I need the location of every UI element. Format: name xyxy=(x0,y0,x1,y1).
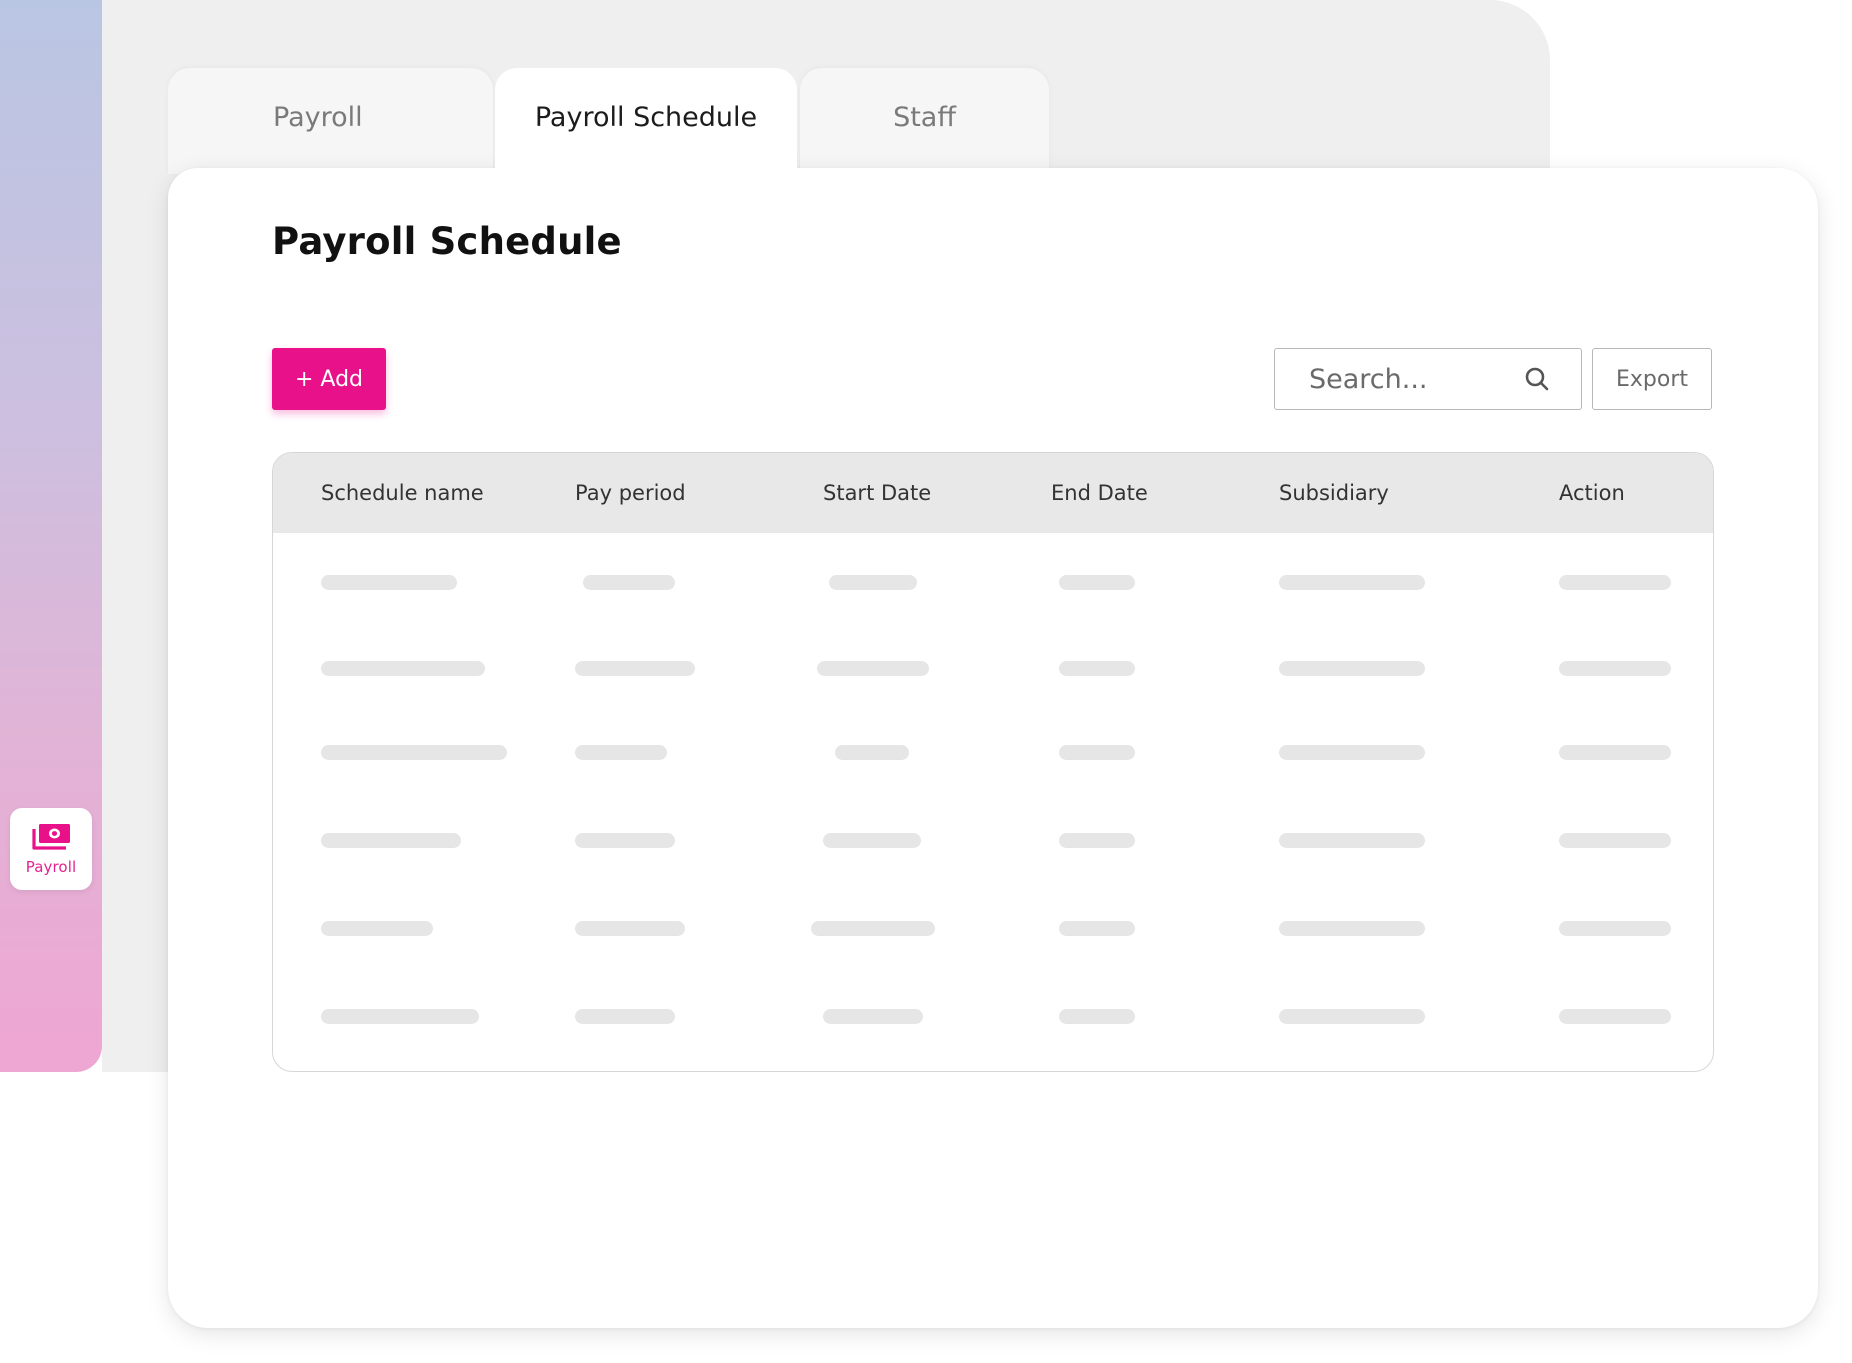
column-header-subsidiary[interactable]: Subsidiary xyxy=(1279,481,1389,505)
skeleton-cell xyxy=(1559,575,1671,590)
skeleton-cell xyxy=(1559,1009,1671,1024)
skeleton-cell xyxy=(817,661,929,676)
skeleton-cell xyxy=(1059,921,1135,936)
skeleton-cell xyxy=(321,921,433,936)
main-card: Payroll Schedule + Add Export Schedule n… xyxy=(168,168,1818,1328)
skeleton-cell xyxy=(1279,661,1425,676)
skeleton-cell xyxy=(1279,1009,1425,1024)
sidebar-item-label: Payroll xyxy=(25,858,77,876)
skeleton-cell xyxy=(823,1009,923,1024)
skeleton-cell xyxy=(575,833,675,848)
schedule-table: Schedule name Pay period Start Date End … xyxy=(272,452,1714,1072)
skeleton-cell xyxy=(1059,745,1135,760)
skeleton-cell xyxy=(1279,833,1425,848)
skeleton-cell xyxy=(1559,921,1671,936)
page-title: Payroll Schedule xyxy=(272,220,622,263)
skeleton-cell xyxy=(1279,575,1425,590)
skeleton-cell xyxy=(1279,745,1425,760)
tab-payroll[interactable]: Payroll xyxy=(168,68,493,174)
skeleton-cell xyxy=(1059,833,1135,848)
skeleton-cell xyxy=(1059,661,1135,676)
skeleton-cell xyxy=(1279,921,1425,936)
tab-payroll-schedule[interactable]: Payroll Schedule xyxy=(495,68,797,180)
money-icon xyxy=(32,824,70,850)
skeleton-cell xyxy=(1559,833,1671,848)
skeleton-cell xyxy=(829,575,917,590)
skeleton-cell xyxy=(1059,1009,1135,1024)
add-button[interactable]: + Add xyxy=(272,348,386,410)
skeleton-cell xyxy=(575,1009,675,1024)
skeleton-cell xyxy=(583,575,675,590)
column-header-action[interactable]: Action xyxy=(1559,481,1625,505)
skeleton-cell xyxy=(575,921,685,936)
table-header: Schedule name Pay period Start Date End … xyxy=(273,453,1713,533)
search-icon[interactable] xyxy=(1523,365,1551,393)
column-header-end-date[interactable]: End Date xyxy=(1051,481,1148,505)
skeleton-cell xyxy=(823,833,921,848)
skeleton-cell xyxy=(1559,745,1671,760)
skeleton-cell xyxy=(321,575,457,590)
skeleton-cell xyxy=(575,745,667,760)
column-header-schedule-name[interactable]: Schedule name xyxy=(321,481,484,505)
skeleton-cell xyxy=(811,921,935,936)
skeleton-cell xyxy=(321,745,507,760)
skeleton-cell xyxy=(575,661,695,676)
tab-staff[interactable]: Staff xyxy=(800,68,1049,174)
skeleton-cell xyxy=(321,833,461,848)
skeleton-cell xyxy=(1059,575,1135,590)
search-input[interactable] xyxy=(1307,362,1521,396)
app-stage: Payroll Payroll Payroll Schedule Staff P… xyxy=(0,0,1852,1363)
skeleton-cell xyxy=(321,661,485,676)
skeleton-cell xyxy=(1559,661,1671,676)
search-box[interactable] xyxy=(1274,348,1582,410)
column-header-pay-period[interactable]: Pay period xyxy=(575,481,686,505)
skeleton-cell xyxy=(321,1009,479,1024)
export-button[interactable]: Export xyxy=(1592,348,1712,410)
column-header-start-date[interactable]: Start Date xyxy=(823,481,931,505)
skeleton-cell xyxy=(835,745,909,760)
sidebar: Payroll xyxy=(0,0,102,1072)
sidebar-item-payroll[interactable]: Payroll xyxy=(10,808,92,890)
